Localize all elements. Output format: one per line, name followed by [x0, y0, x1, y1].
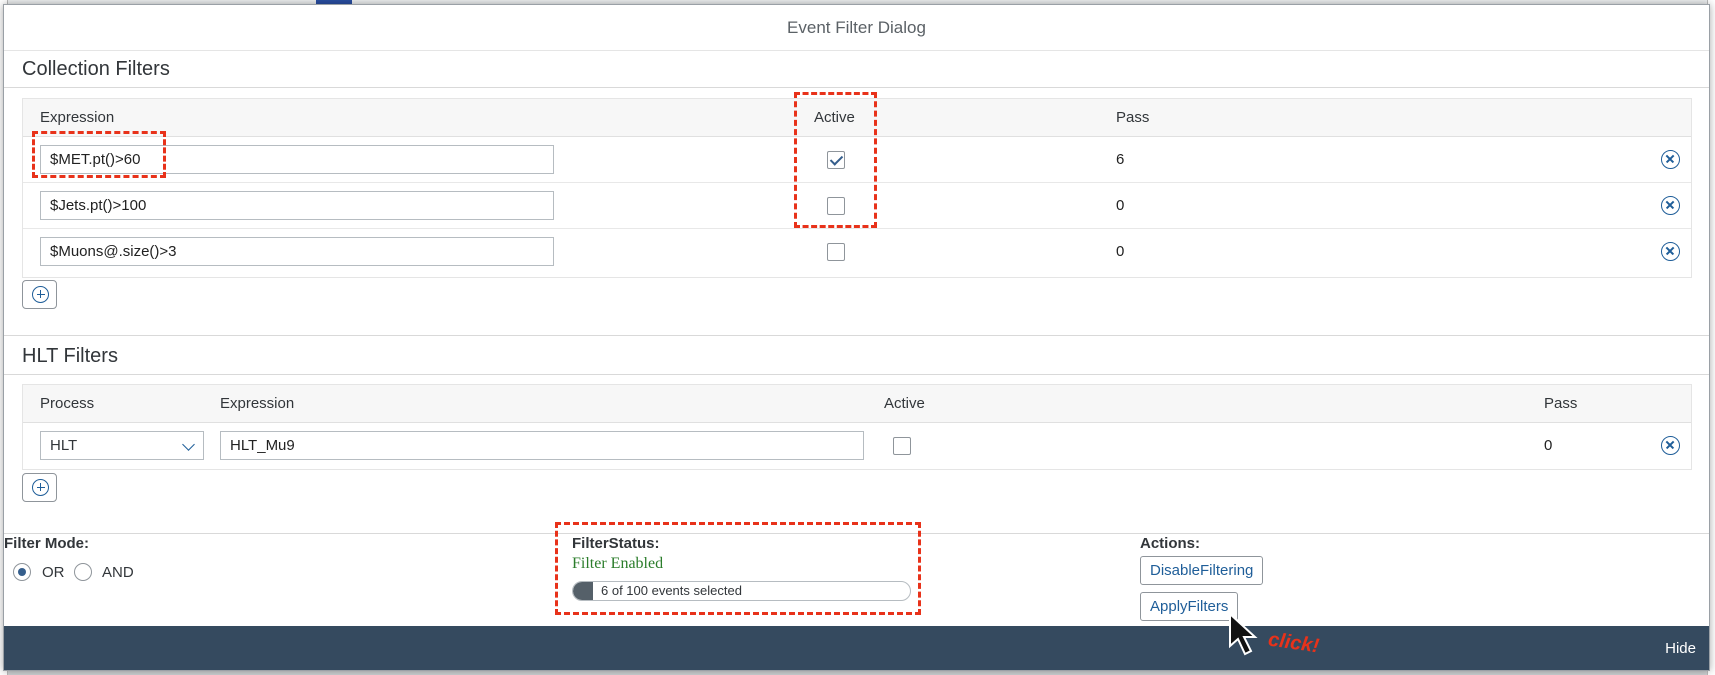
apply-filters-button[interactable]: ApplyFilters	[1140, 592, 1239, 621]
remove-icon[interactable]	[1661, 196, 1680, 215]
dialog-footer: Hide	[4, 626, 1709, 670]
and-radio-label[interactable]: AND	[102, 564, 134, 581]
filter-mode-label: Filter Mode:	[4, 535, 89, 552]
disable-filtering-button[interactable]: DisableFiltering	[1140, 556, 1264, 585]
progress-fill	[573, 582, 593, 600]
progress-text: 6 of 100 events selected	[601, 583, 742, 598]
table-row: HLT HLT_Mu9 0	[23, 423, 1691, 469]
pass-count: 6	[1116, 151, 1125, 168]
filter-status-text: Filter Enabled	[572, 555, 664, 572]
hlt-filters-title: HLT Filters	[22, 345, 118, 367]
section-divider	[4, 87, 1709, 88]
expression-input[interactable]: $MET.pt()>60	[40, 145, 554, 174]
table-row: $MET.pt()>60 6	[23, 137, 1691, 183]
and-radio[interactable]	[74, 563, 92, 581]
pass-count: 0	[1544, 437, 1553, 454]
remove-icon[interactable]	[1661, 436, 1680, 455]
process-select[interactable]: HLT	[40, 431, 204, 460]
add-icon	[32, 286, 49, 303]
active-checkbox[interactable]	[827, 243, 845, 261]
chevron-down-icon	[182, 438, 195, 451]
dialog-title: Event Filter Dialog	[4, 5, 1709, 51]
remove-icon[interactable]	[1661, 242, 1680, 261]
table-row: $Jets.pt()>100 0	[23, 183, 1691, 229]
process-value: HLT	[50, 437, 78, 454]
header-expression: Expression	[220, 395, 295, 412]
expression-input[interactable]: $Muons@.size()>3	[40, 237, 554, 266]
section-divider	[4, 533, 1709, 534]
table-row: $Muons@.size()>3 0	[23, 229, 1691, 275]
pass-count: 0	[1116, 197, 1125, 214]
active-checkbox[interactable]	[827, 151, 845, 169]
header-pass: Pass	[1544, 395, 1578, 412]
remove-icon[interactable]	[1661, 150, 1680, 169]
event-filter-dialog: Event Filter Dialog Collection Filters E…	[3, 4, 1710, 671]
or-radio-label[interactable]: OR	[42, 564, 65, 581]
header-expression: Expression	[40, 109, 115, 126]
expression-input[interactable]: HLT_Mu9	[220, 431, 864, 460]
add-collection-filter-button[interactable]	[22, 280, 57, 309]
header-active: Active	[814, 109, 855, 126]
pass-count: 0	[1116, 243, 1125, 260]
or-radio[interactable]	[13, 563, 31, 581]
actions-label: Actions:	[1140, 535, 1200, 552]
table-header: Process Expression Active Pass	[23, 385, 1691, 423]
hide-button[interactable]: Hide	[1665, 626, 1696, 670]
collection-filters-title: Collection Filters	[22, 58, 170, 80]
add-icon	[32, 479, 49, 496]
active-checkbox[interactable]	[827, 197, 845, 215]
header-process: Process	[40, 395, 95, 412]
active-checkbox[interactable]	[893, 437, 911, 455]
header-active: Active	[884, 395, 925, 412]
filter-status-label: FilterStatus:	[572, 535, 660, 552]
add-hlt-filter-button[interactable]	[22, 473, 57, 502]
header-pass: Pass	[1116, 109, 1150, 126]
collection-filters-table: Expression Active Pass $MET.pt()>60 6 $J…	[22, 98, 1692, 278]
table-header: Expression Active Pass	[23, 99, 1691, 137]
events-progress-bar: 6 of 100 events selected	[572, 581, 911, 601]
section-divider	[4, 374, 1709, 375]
section-divider	[4, 335, 1709, 336]
hlt-filters-table: Process Expression Active Pass HLT HLT_M…	[22, 384, 1692, 470]
expression-input[interactable]: $Jets.pt()>100	[40, 191, 554, 220]
mouse-cursor-icon	[1229, 612, 1258, 656]
